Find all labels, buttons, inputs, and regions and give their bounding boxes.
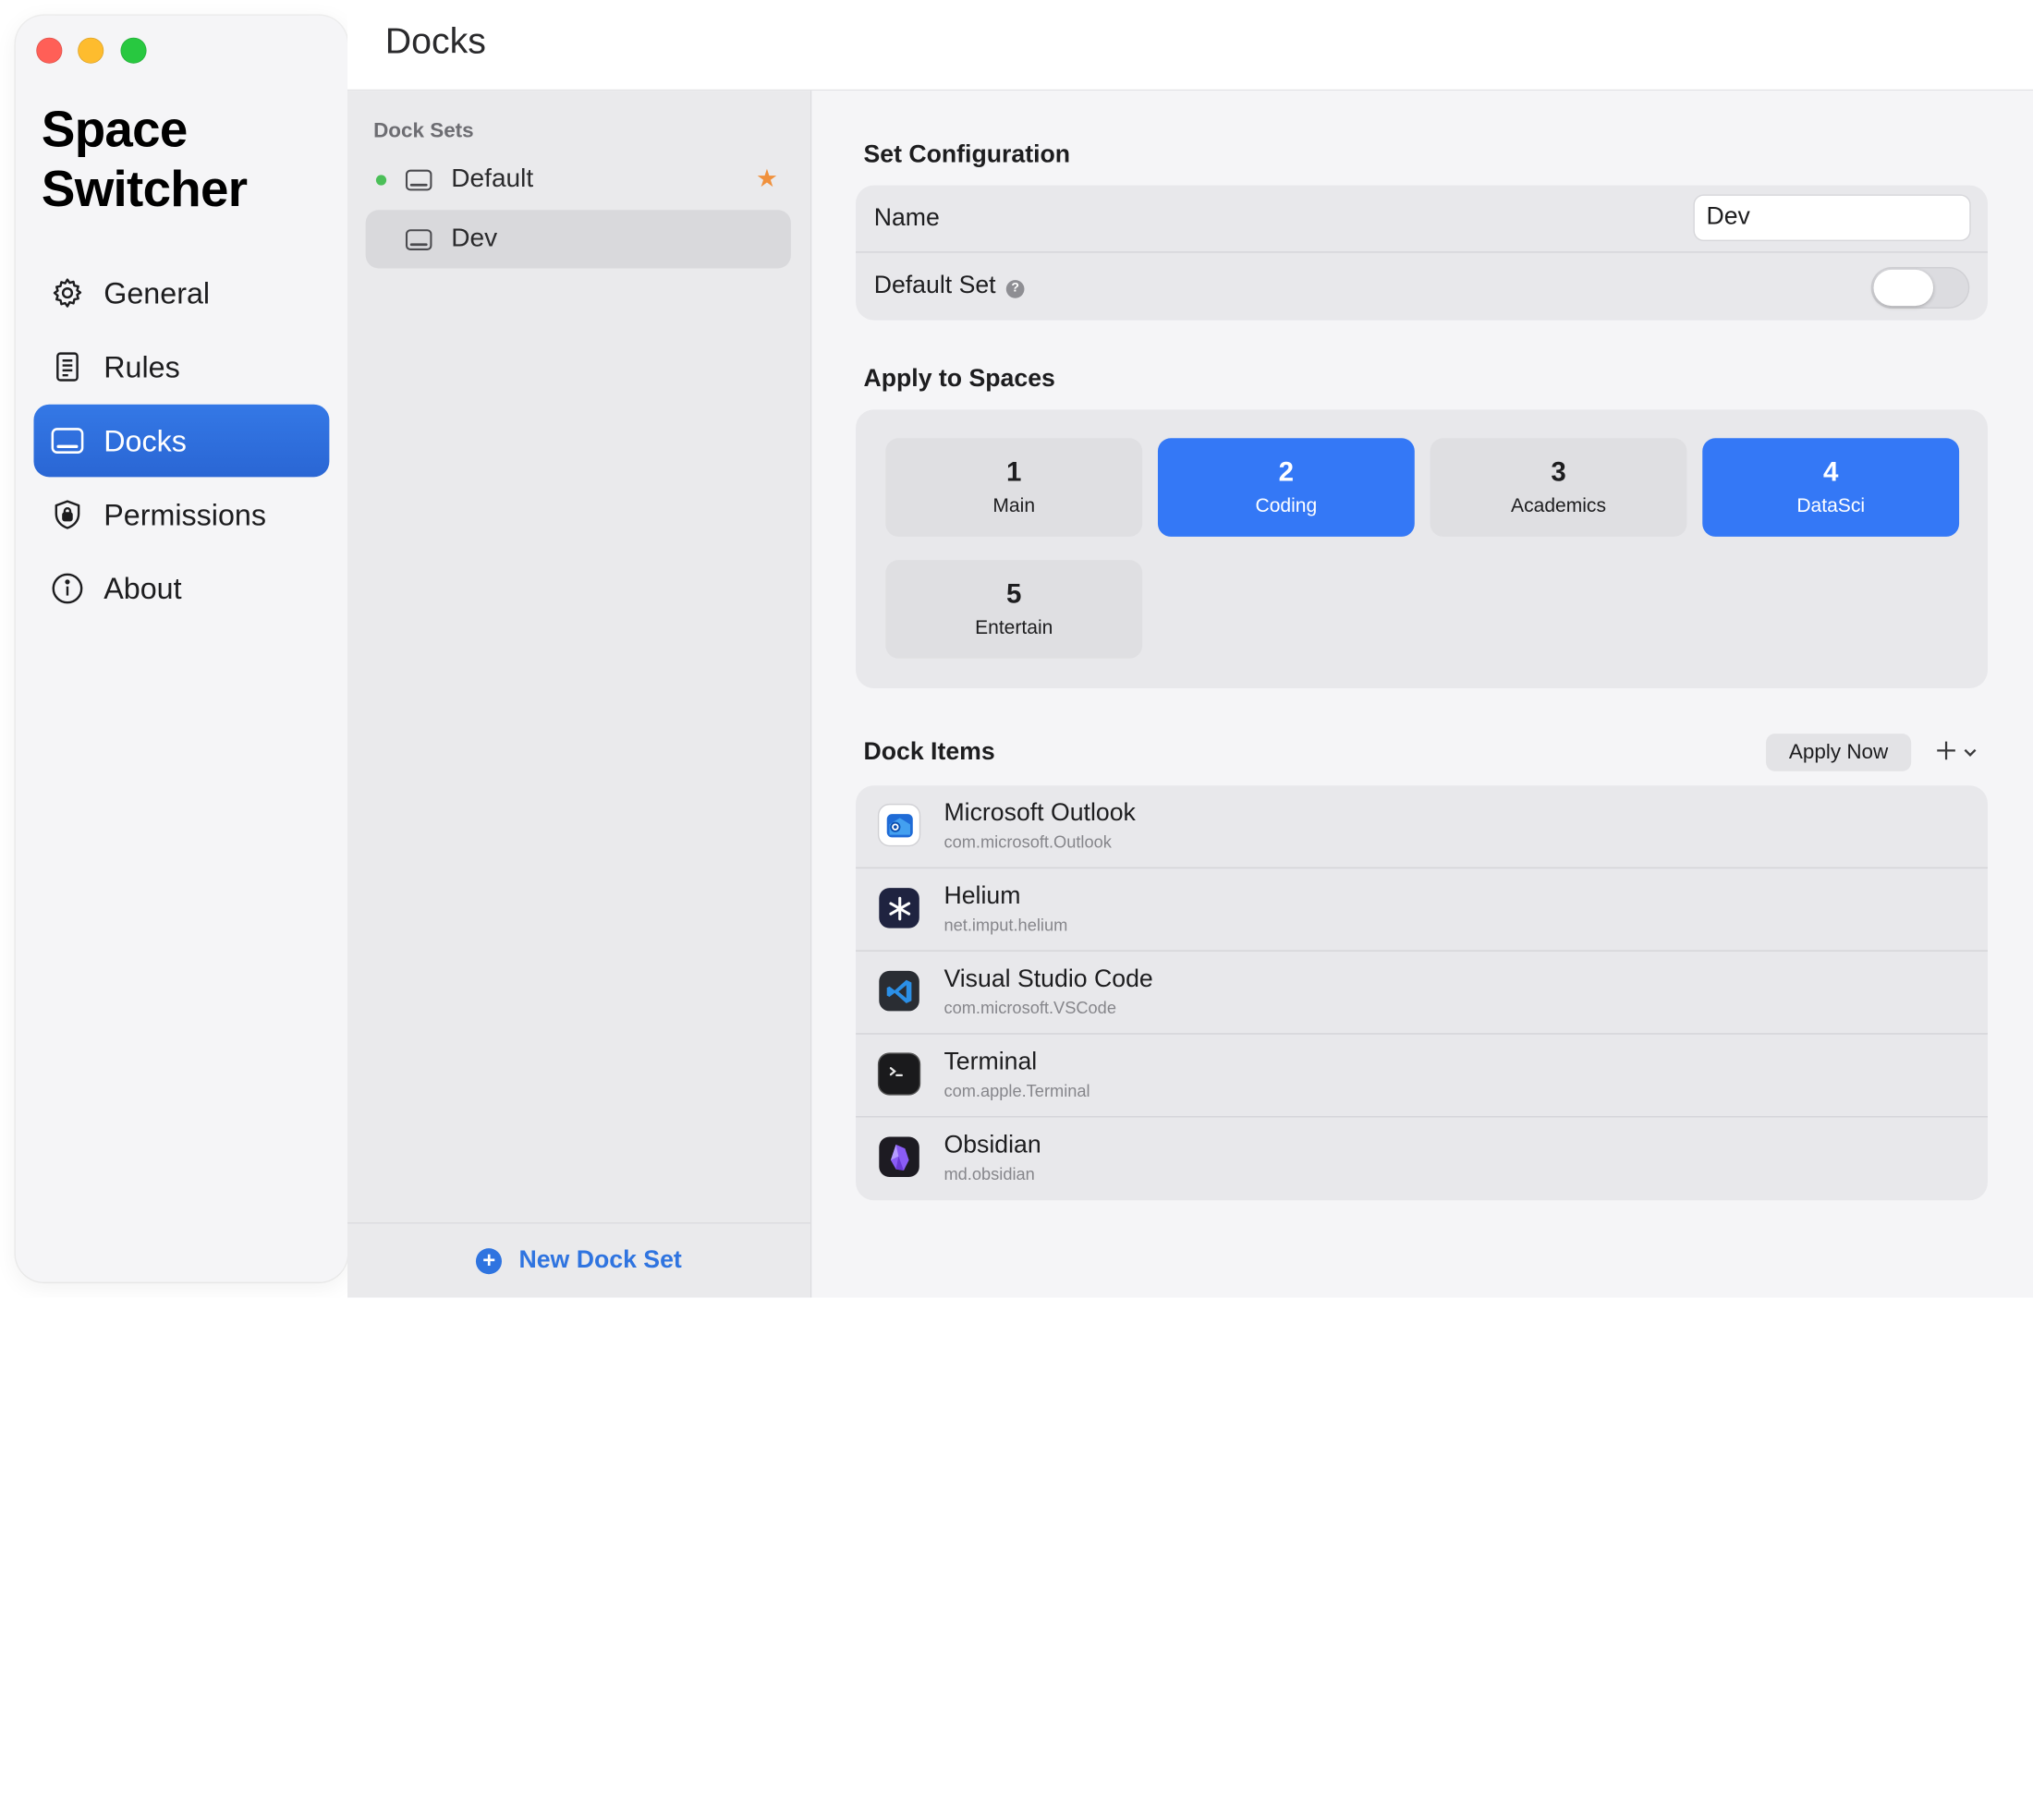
space-number: 5 <box>1006 579 1022 610</box>
active-dot-icon <box>375 174 387 185</box>
set-configuration-title: Set Configuration <box>863 140 1071 169</box>
space-number: 3 <box>1551 457 1566 488</box>
name-label: Name <box>873 204 940 233</box>
default-set-row: Default Set? <box>856 253 1988 321</box>
app-title-line1: Space <box>41 102 188 159</box>
plus-icon <box>1934 738 1957 768</box>
dock-item-row[interactable]: Obsidian md.obsidian <box>856 1117 1988 1200</box>
space-tile-3[interactable]: 3 Academics <box>1430 438 1687 537</box>
space-name: Academics <box>1511 494 1606 517</box>
sidebar-item-label: About <box>103 571 182 605</box>
dock-sets-footer: + New Dock Set <box>347 1222 810 1297</box>
dock-sets-header: Dock Sets <box>373 120 474 143</box>
minimize-window-button[interactable] <box>78 37 104 64</box>
dock-item-bundle-id: com.microsoft.Outlook <box>943 831 1112 852</box>
help-icon[interactable]: ? <box>1005 279 1025 298</box>
dock-item-name: Terminal <box>943 1049 1038 1076</box>
close-window-button[interactable] <box>36 37 63 64</box>
sidebar-item-label: Docks <box>103 423 187 457</box>
detail-pane: Set Configuration Name Default Set? Appl… <box>811 91 2033 1298</box>
add-item-menu-button[interactable] <box>1934 736 1981 770</box>
set-configuration-card: Name Default Set? <box>856 185 1988 321</box>
app-title-line2: Switcher <box>41 162 248 218</box>
dock-item-bundle-id: net.imput.helium <box>943 915 1068 935</box>
name-row: Name <box>856 186 1988 253</box>
chevron-down-icon <box>1963 742 1977 765</box>
dock-icon <box>405 224 433 253</box>
new-dock-set-label: New Dock Set <box>518 1246 682 1274</box>
shield-lock-icon <box>51 498 84 531</box>
space-tile-4[interactable]: 4 DataSci <box>1702 438 1960 537</box>
space-name: Coding <box>1255 494 1318 517</box>
dock-item-name: Helium <box>943 882 1021 910</box>
dock-sets-pane: Dock Sets Default ★ Dev + New Dock Set <box>347 91 812 1298</box>
spaces-card: 1 Main 2 Coding 3 Academics 4 DataSci 5 … <box>856 409 1988 689</box>
page-title: Docks <box>384 20 486 61</box>
name-input[interactable] <box>1693 194 1971 241</box>
dock-item-bundle-id: com.microsoft.VSCode <box>943 998 1116 1018</box>
dock-set-label: Default <box>451 164 534 194</box>
star-icon: ★ <box>755 165 778 194</box>
default-set-toggle[interactable] <box>1870 267 1970 309</box>
dock-item-bundle-id: md.obsidian <box>943 1163 1035 1184</box>
dock-item-name: Microsoft Outlook <box>943 799 1136 828</box>
default-set-text: Default Set <box>873 272 996 300</box>
dock-icon <box>51 424 84 457</box>
dock-item-row[interactable]: Terminal com.apple.Terminal <box>856 1035 1988 1118</box>
space-tile-2[interactable]: 2 Coding <box>1157 438 1415 537</box>
apply-to-spaces-title: Apply to Spaces <box>863 365 1055 394</box>
space-name: DataSci <box>1796 494 1866 517</box>
sidebar-item-about[interactable]: About <box>33 552 329 625</box>
space-number: 4 <box>1822 457 1839 488</box>
dock-items-list: Microsoft Outlook com.microsoft.Outlook … <box>856 785 1988 1201</box>
toolbar: Docks <box>347 0 2033 91</box>
sidebar-item-label: Permissions <box>103 497 267 531</box>
dock-item-bundle-id: com.apple.Terminal <box>943 1081 1090 1101</box>
helium-icon <box>879 888 919 928</box>
dock-item-row[interactable]: Helium net.imput.helium <box>856 868 1988 952</box>
apply-now-button[interactable]: Apply Now <box>1766 734 1912 771</box>
dock-item-name: Visual Studio Code <box>943 965 1153 993</box>
sidebar-item-general[interactable]: General <box>33 257 329 330</box>
vscode-icon <box>879 970 919 1012</box>
space-name: Entertain <box>975 616 1053 639</box>
dock-item-row[interactable]: Visual Studio Code com.microsoft.VSCode <box>856 952 1988 1035</box>
info-icon <box>51 572 84 605</box>
dock-item-name: Obsidian <box>943 1131 1041 1159</box>
app-title: Space Switcher <box>42 101 327 220</box>
dock-set-row-default[interactable]: Default ★ <box>366 151 791 209</box>
app-root: Space Switcher General Rules Docks Permi… <box>0 0 2033 1820</box>
dock-items-title: Dock Items <box>863 738 995 767</box>
plus-circle-icon: + <box>476 1247 503 1274</box>
space-name: Main <box>992 494 1036 517</box>
sidebar-item-label: General <box>103 275 211 309</box>
space-tile-1[interactable]: 1 Main <box>885 438 1143 537</box>
terminal-icon <box>879 1053 919 1095</box>
sidebar-item-permissions[interactable]: Permissions <box>33 479 329 552</box>
sidebar-item-rules[interactable]: Rules <box>33 331 329 404</box>
dock-item-row[interactable]: Microsoft Outlook com.microsoft.Outlook <box>856 785 1988 868</box>
space-tile-5[interactable]: 5 Entertain <box>885 560 1143 659</box>
sidebar: Space Switcher General Rules Docks Permi… <box>15 15 348 1282</box>
space-number: 2 <box>1278 457 1295 488</box>
outlook-icon <box>879 805 919 845</box>
zoom-window-button[interactable] <box>120 37 147 64</box>
list-icon <box>51 350 84 383</box>
obsidian-icon <box>879 1136 919 1178</box>
new-dock-set-button[interactable]: + New Dock Set <box>476 1246 682 1275</box>
gear-icon <box>51 276 84 309</box>
dock-set-row-dev[interactable]: Dev <box>365 210 791 269</box>
default-set-label: Default Set? <box>874 273 1025 301</box>
dock-set-label: Dev <box>451 224 498 253</box>
toggle-knob <box>1873 269 1934 307</box>
dock-icon <box>405 165 433 194</box>
window: Space Switcher General Rules Docks Permi… <box>0 0 2033 1298</box>
space-number: 1 <box>1006 457 1022 488</box>
sidebar-item-label: Rules <box>103 349 180 383</box>
sidebar-item-docks[interactable]: Docks <box>33 404 330 478</box>
